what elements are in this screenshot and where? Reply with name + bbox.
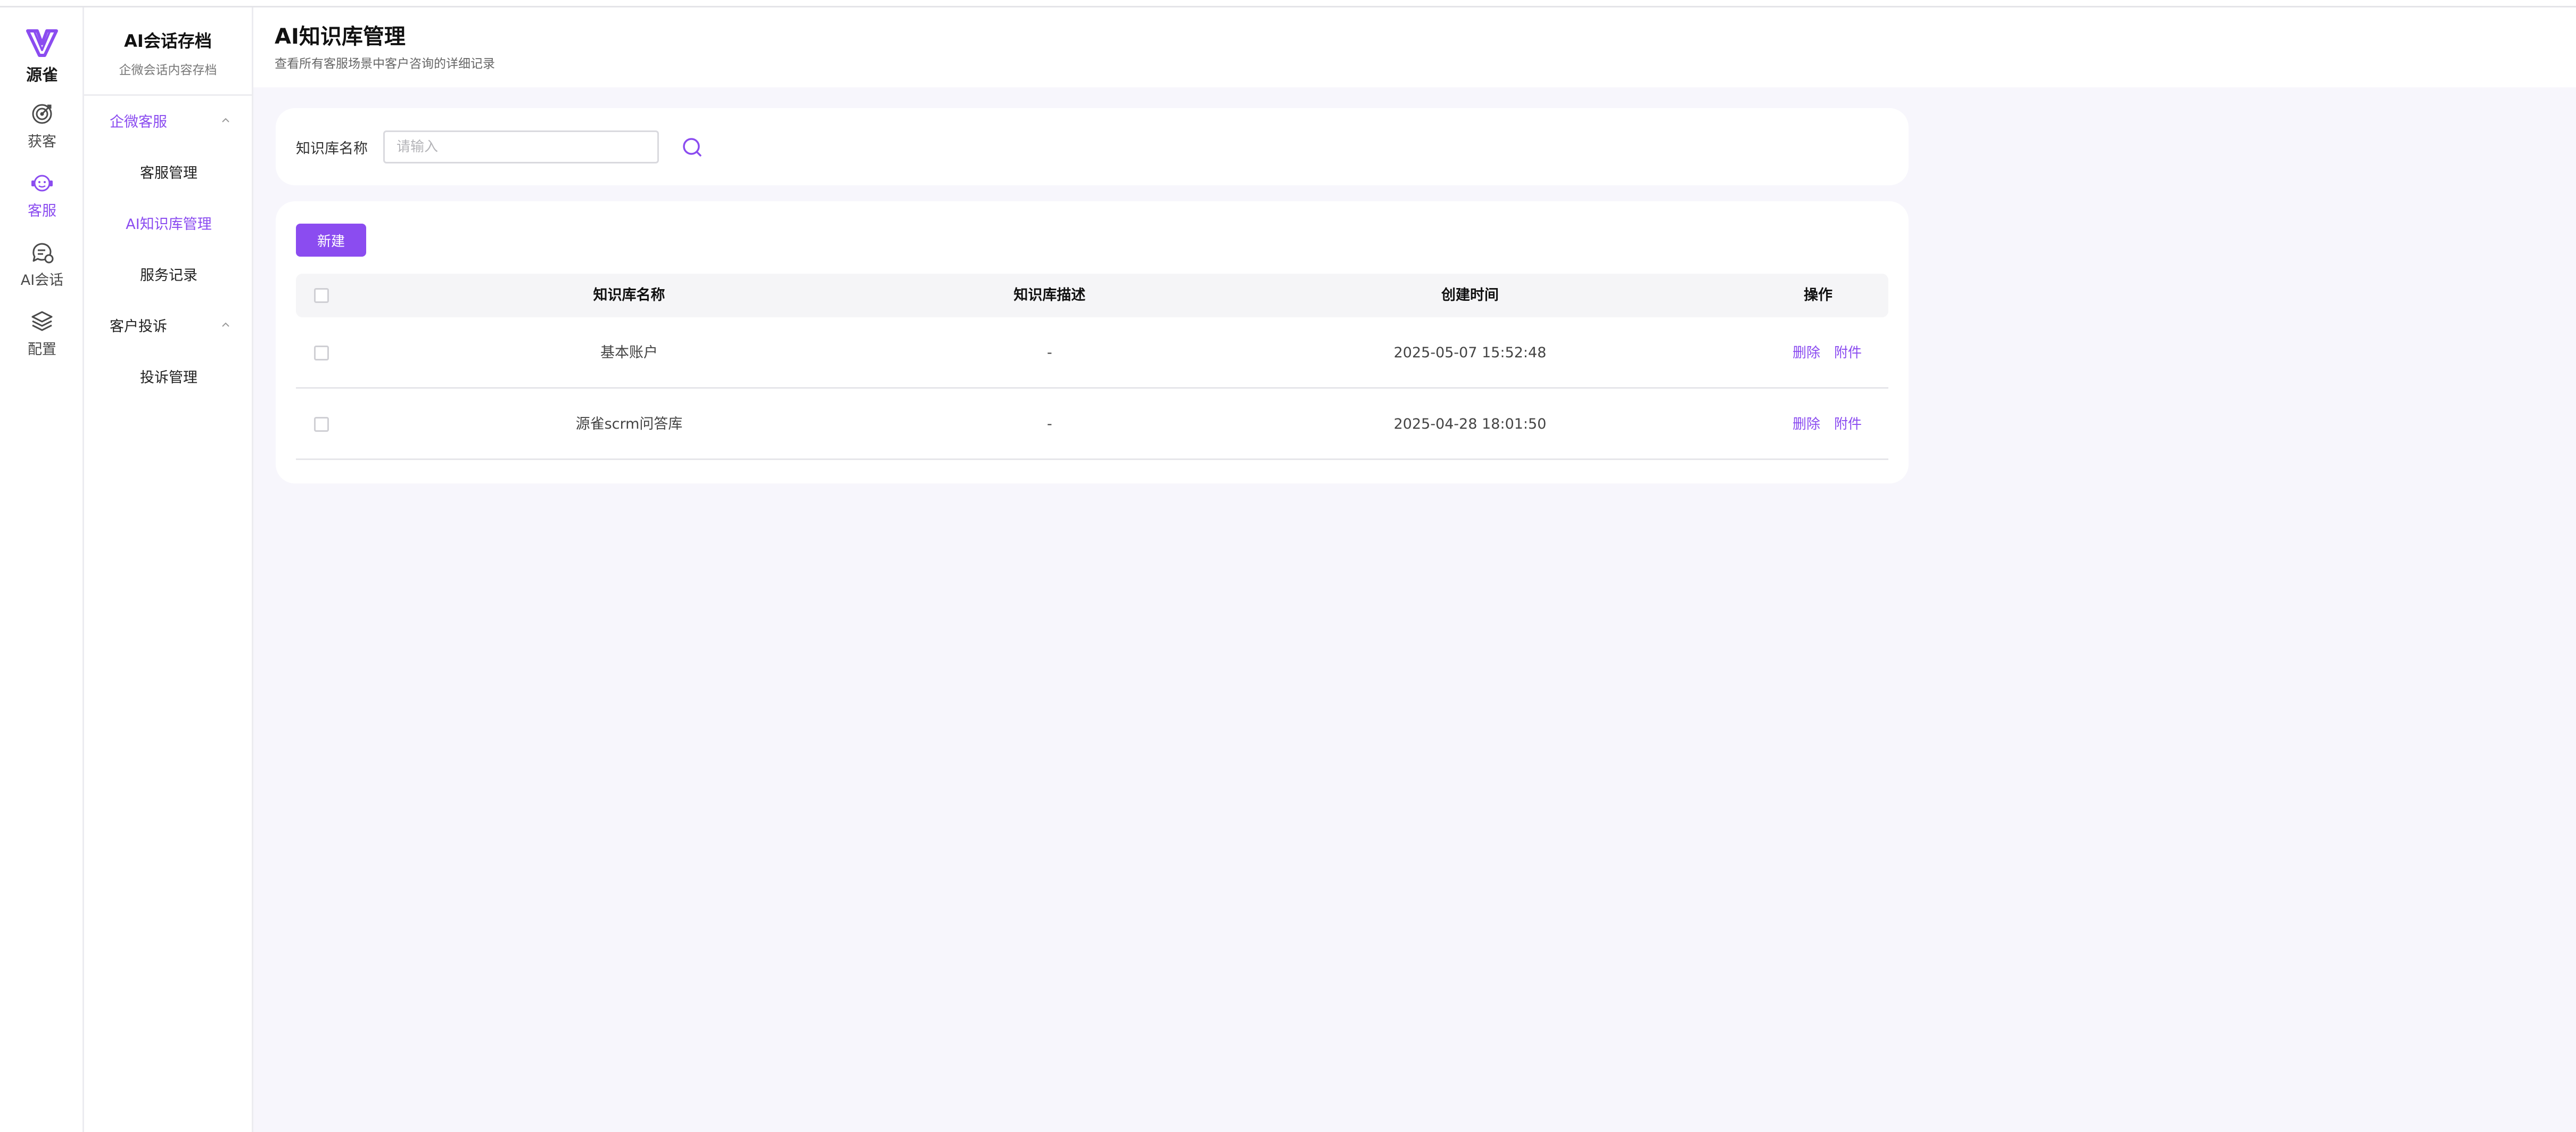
logo-icon [26, 29, 58, 57]
menu-group-label: 企微客服 [110, 113, 167, 130]
new-button[interactable]: 新建 [296, 224, 366, 257]
search-icon [683, 138, 701, 157]
menu-item-complaint-management[interactable]: 投诉管理 [84, 360, 253, 392]
icon-rail: 源雀 获客 客服 AI会话 配置 [0, 7, 84, 1132]
column-header: 知识库名称 [593, 287, 665, 303]
delete-link[interactable]: 删除 [1793, 389, 1820, 460]
page-subtitle: 查看所有客服场景中客户咨询的详细记录 [275, 57, 495, 71]
page-title: AI知识库管理 [275, 24, 406, 49]
select-all-checkbox[interactable] [314, 288, 329, 303]
row-checkbox[interactable] [314, 346, 329, 360]
menu-group-wecom-service[interactable]: 企微客服 [110, 104, 232, 136]
table-row: 基本账户 - 2025-05-07 15:52:48 删除 附件 [296, 317, 1888, 389]
cell-description: - [1047, 344, 1052, 361]
menu-item-service-records[interactable]: 服务记录 [84, 258, 253, 290]
menu-item-service-management[interactable]: 客服管理 [84, 155, 253, 187]
brand-logo[interactable]: 源雀 [0, 28, 84, 89]
attachment-link[interactable]: 附件 [1834, 389, 1862, 460]
menu-subtitle: 企微会话内容存档 [119, 63, 217, 77]
cell-name: 源雀scrm问答库 [575, 416, 683, 432]
cell-created-time: 2025-04-28 18:01:50 [1393, 416, 1547, 432]
table-card: 新建 知识库名称 知识库描述 创建时间 操作 基本账户 - 2025-05-07… [276, 201, 1909, 483]
row-checkbox[interactable] [314, 417, 329, 432]
menu-item-ai-knowledge-base[interactable]: AI知识库管理 [84, 207, 253, 239]
cell-description: - [1047, 416, 1052, 432]
customer-service-icon [31, 175, 53, 192]
search-label: 知识库名称 [296, 141, 368, 157]
rail-item-service[interactable]: 客服 [0, 170, 84, 229]
page-header: AI知识库管理 查看所有客服场景中客户咨询的详细记录 [253, 7, 2576, 87]
cell-created-time: 2025-05-07 15:52:48 [1393, 344, 1547, 361]
target-icon [32, 104, 52, 124]
table-header: 知识库名称 知识库描述 创建时间 操作 [296, 274, 1888, 317]
rail-label: AI会话 [20, 272, 64, 289]
delete-link[interactable]: 删除 [1793, 317, 1820, 389]
rail-label: 客服 [28, 203, 56, 219]
menu-group-label: 客户投诉 [110, 318, 167, 335]
menu-group-complaints[interactable]: 客户投诉 [110, 309, 232, 341]
attachment-link[interactable]: 附件 [1834, 317, 1862, 389]
search-button[interactable] [677, 133, 707, 162]
layers-icon [31, 311, 53, 331]
chevron-up-icon [222, 322, 229, 327]
rail-item-acquire[interactable]: 获客 [0, 101, 84, 160]
table-row: 源雀scrm问答库 - 2025-04-28 18:01:50 删除 附件 [296, 389, 1888, 460]
column-header: 知识库描述 [1013, 287, 1086, 303]
search-card: 知识库名称 [276, 108, 1909, 185]
secondary-menu: AI会话存档 企微会话内容存档 企微客服 客服管理 AI知识库管理 服务记录 客… [84, 7, 253, 1132]
cell-name: 基本账户 [600, 344, 658, 361]
top-border [0, 0, 2576, 7]
chat-icon [32, 243, 54, 264]
brand-name: 源雀 [26, 66, 58, 85]
chevron-up-icon [222, 118, 229, 122]
rail-label: 获客 [28, 134, 56, 150]
rail-item-config[interactable]: 配置 [0, 309, 84, 367]
search-input[interactable] [383, 130, 659, 163]
rail-label: 配置 [28, 341, 56, 358]
menu-title: AI会话存档 [124, 31, 212, 51]
column-header: 创建时间 [1441, 287, 1499, 303]
menu-header: AI会话存档 企微会话内容存档 [84, 7, 252, 96]
column-header: 操作 [1804, 287, 1832, 303]
rail-item-ai-chat[interactable]: AI会话 [0, 240, 84, 298]
